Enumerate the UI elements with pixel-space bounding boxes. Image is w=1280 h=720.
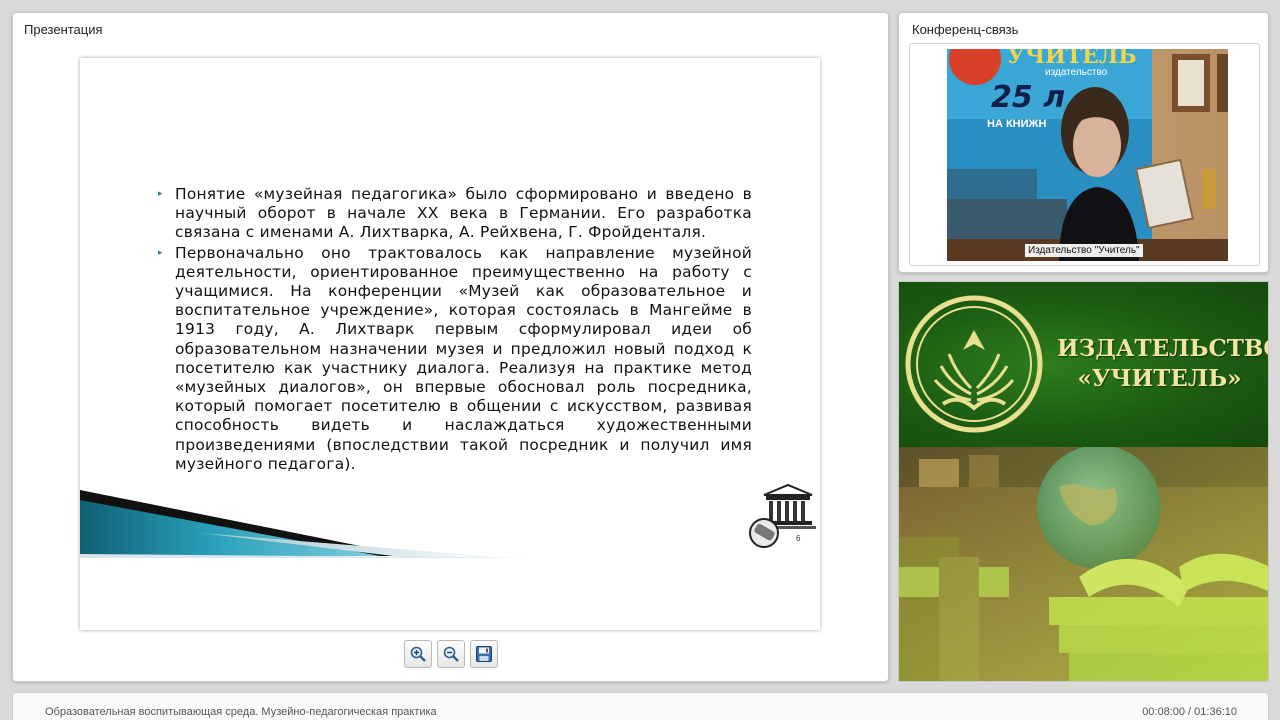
bullet-arrow-icon: ▸	[158, 247, 163, 258]
video-image: УЧИТЕЛЬ издательство 25 л НА КНИЖН	[947, 49, 1228, 261]
save-button[interactable]	[470, 640, 498, 668]
conference-panel: Конференц-связь УЧИТЕЛЬ издательство 25 …	[898, 12, 1269, 273]
slide-page-number: 6	[796, 534, 801, 543]
zoom-in-button[interactable]	[404, 640, 432, 668]
slide-decorative-swoosh	[80, 490, 540, 558]
bullet-arrow-icon: ▸	[158, 189, 163, 199]
playback-time: 00:08:00 / 01:36:10	[1142, 706, 1237, 718]
books-globe-photo	[899, 447, 1268, 681]
video-feed[interactable]: УЧИТЕЛЬ издательство 25 л НА КНИЖН Издат…	[947, 49, 1228, 261]
banner-text-line: 25 л	[991, 80, 1065, 115]
presentation-slide: ▸ Понятие «музейная педагогика» было сфо…	[80, 58, 820, 630]
presentation-panel-title: Презентация	[24, 22, 103, 37]
slide-bullet: ▸ Первоначально оно трактовалось как нап…	[158, 244, 752, 474]
banner-text-line: УЧИТЕЛЬ	[1007, 49, 1136, 69]
publisher-brand-panel: ИЗДАТЕЛЬСТВО «УЧИТЕЛЬ»	[898, 281, 1269, 682]
banner-text-line: издательство	[1045, 67, 1108, 78]
zoom-in-icon	[410, 646, 426, 662]
video-frame: УЧИТЕЛЬ издательство 25 л НА КНИЖН Издат…	[909, 43, 1260, 266]
slide-bullet-text: Понятие «музейная педагогика» было сформ…	[175, 185, 752, 242]
brand-header: ИЗДАТЕЛЬСТВО «УЧИТЕЛЬ»	[899, 282, 1269, 447]
zoom-out-icon	[443, 646, 459, 662]
slide-bullet-text: Первоначально оно трактовалось как напра…	[175, 243, 752, 473]
publisher-name-line1: ИЗДАТЕЛЬСТВО	[1057, 335, 1269, 362]
zoom-out-button[interactable]	[437, 640, 465, 668]
player-status-bar: Образовательная воспитывающая среда. Муз…	[12, 692, 1269, 720]
museum-building-icon: 6	[749, 483, 816, 548]
publisher-name-line2: «УЧИТЕЛЬ»	[1077, 365, 1242, 392]
save-icon	[476, 646, 492, 662]
publisher-name: ИЗДАТЕЛЬСТВО «УЧИТЕЛЬ»	[1057, 334, 1269, 394]
lecture-title: Образовательная воспитывающая среда. Муз…	[45, 706, 437, 718]
banner-text-line: НА КНИЖН	[987, 118, 1046, 130]
presentation-panel: Презентация ▸ Понятие «музейная педагоги…	[12, 12, 889, 682]
slide-text-block: ▸ Понятие «музейная педагогика» было сфо…	[158, 185, 752, 475]
conference-panel-title: Конференц-связь	[912, 22, 1019, 37]
presentation-toolbar	[404, 640, 498, 668]
open-book-emblem-icon	[905, 295, 1043, 433]
slide-bullet: ▸ Понятие «музейная педагогика» было сфо…	[158, 185, 752, 243]
video-caption: Издательство "Учитель"	[1025, 244, 1143, 257]
